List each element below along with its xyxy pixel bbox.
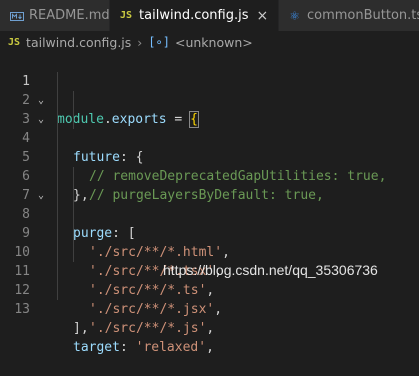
indent-guide (73, 91, 74, 110)
tab-readme[interactable]: README.md (0, 0, 110, 31)
token-string: './src/**/*.js' (89, 321, 207, 336)
indent-guide (57, 243, 58, 262)
token-property: target (73, 340, 120, 355)
code-text: './src/**/*.js', (89, 319, 214, 338)
breadcrumb: JS tailwind.config.js › [∘] <unknown> (0, 31, 419, 53)
close-icon[interactable]: × (257, 8, 269, 24)
code-line: 9 './src/**/*.ts', (0, 205, 419, 298)
markdown-icon (10, 11, 24, 21)
tab-label: commonButton.tsx (307, 8, 419, 23)
line-number: 13 (14, 302, 30, 317)
symbol-variable-icon: [∘] (148, 35, 170, 49)
code-line: 1 ⌄ module.exports = { (0, 53, 419, 128)
token-punct: , (214, 302, 223, 317)
code-line: 7 './src/**/*.html', (0, 167, 419, 260)
indent-guide (73, 186, 74, 205)
token-string: 'relaxed' (135, 340, 207, 355)
indent-guide (73, 243, 74, 262)
tab-label: tailwind.config.js (139, 8, 249, 23)
indent-guide (57, 110, 58, 129)
code-line: 8 './src/**/*.tsx', (0, 186, 419, 279)
indent-guide (57, 262, 58, 281)
indent-guide (57, 129, 58, 148)
code-line: 10 './src/**/*.jsx', (0, 224, 419, 317)
indent-guide (57, 148, 58, 167)
indent-guide (73, 205, 74, 224)
code-text: target: 'relaxed', (73, 338, 214, 357)
token-punct: : (119, 340, 136, 355)
react-icon: ⚛ (289, 8, 300, 23)
tab-label: README.md (29, 8, 110, 23)
tab-tailwind-config[interactable]: JS tailwind.config.js × (110, 0, 280, 31)
code-line: 11 './src/**/*.js', (0, 243, 419, 336)
indent-guide (57, 186, 58, 205)
code-line: 13 target: 'relaxed', (0, 281, 419, 355)
tab-common-button[interactable]: ⚛ commonButton.tsx (279, 0, 419, 31)
code-text: './src/**/*.jsx', (89, 300, 222, 319)
code-line: 6 ⌄ purge: [ (0, 148, 419, 241)
code-line: 5 }, (0, 129, 419, 203)
code-line: 4 // purgeLayersByDefault: true, (0, 110, 419, 203)
token-punct: , (206, 340, 214, 355)
indent-guide (57, 224, 58, 243)
indent-guide (57, 91, 58, 110)
indent-guide (73, 167, 74, 186)
indent-guide (57, 72, 58, 91)
breadcrumb-file[interactable]: tailwind.config.js (26, 35, 131, 50)
code-line: 3 // removeDeprecatedGapUtilities: true, (0, 91, 419, 184)
breadcrumb-symbol[interactable]: <unknown> (175, 35, 253, 50)
indent-guide (57, 167, 58, 186)
chevron-right-icon: › (137, 34, 143, 50)
code-editor[interactable]: 1 ⌄ module.exports = { 2 ⌄ future: { 3 /… (0, 53, 419, 355)
indent-guide (57, 205, 58, 224)
indent-guide (73, 110, 74, 129)
js-icon: JS (8, 36, 21, 48)
code-line: 2 ⌄ future: { (0, 72, 419, 165)
indent-guide (73, 224, 74, 243)
tab-bar: README.md JS tailwind.config.js × ⚛ comm… (0, 0, 419, 31)
token-punct: , (206, 321, 215, 336)
js-icon: JS (120, 10, 133, 21)
code-text: ], (73, 321, 89, 336)
indent-guide (57, 281, 58, 300)
token-string: './src/**/*.jsx' (89, 302, 215, 317)
watermark: https://blog.csdn.net/qq_35306736 (163, 262, 378, 278)
